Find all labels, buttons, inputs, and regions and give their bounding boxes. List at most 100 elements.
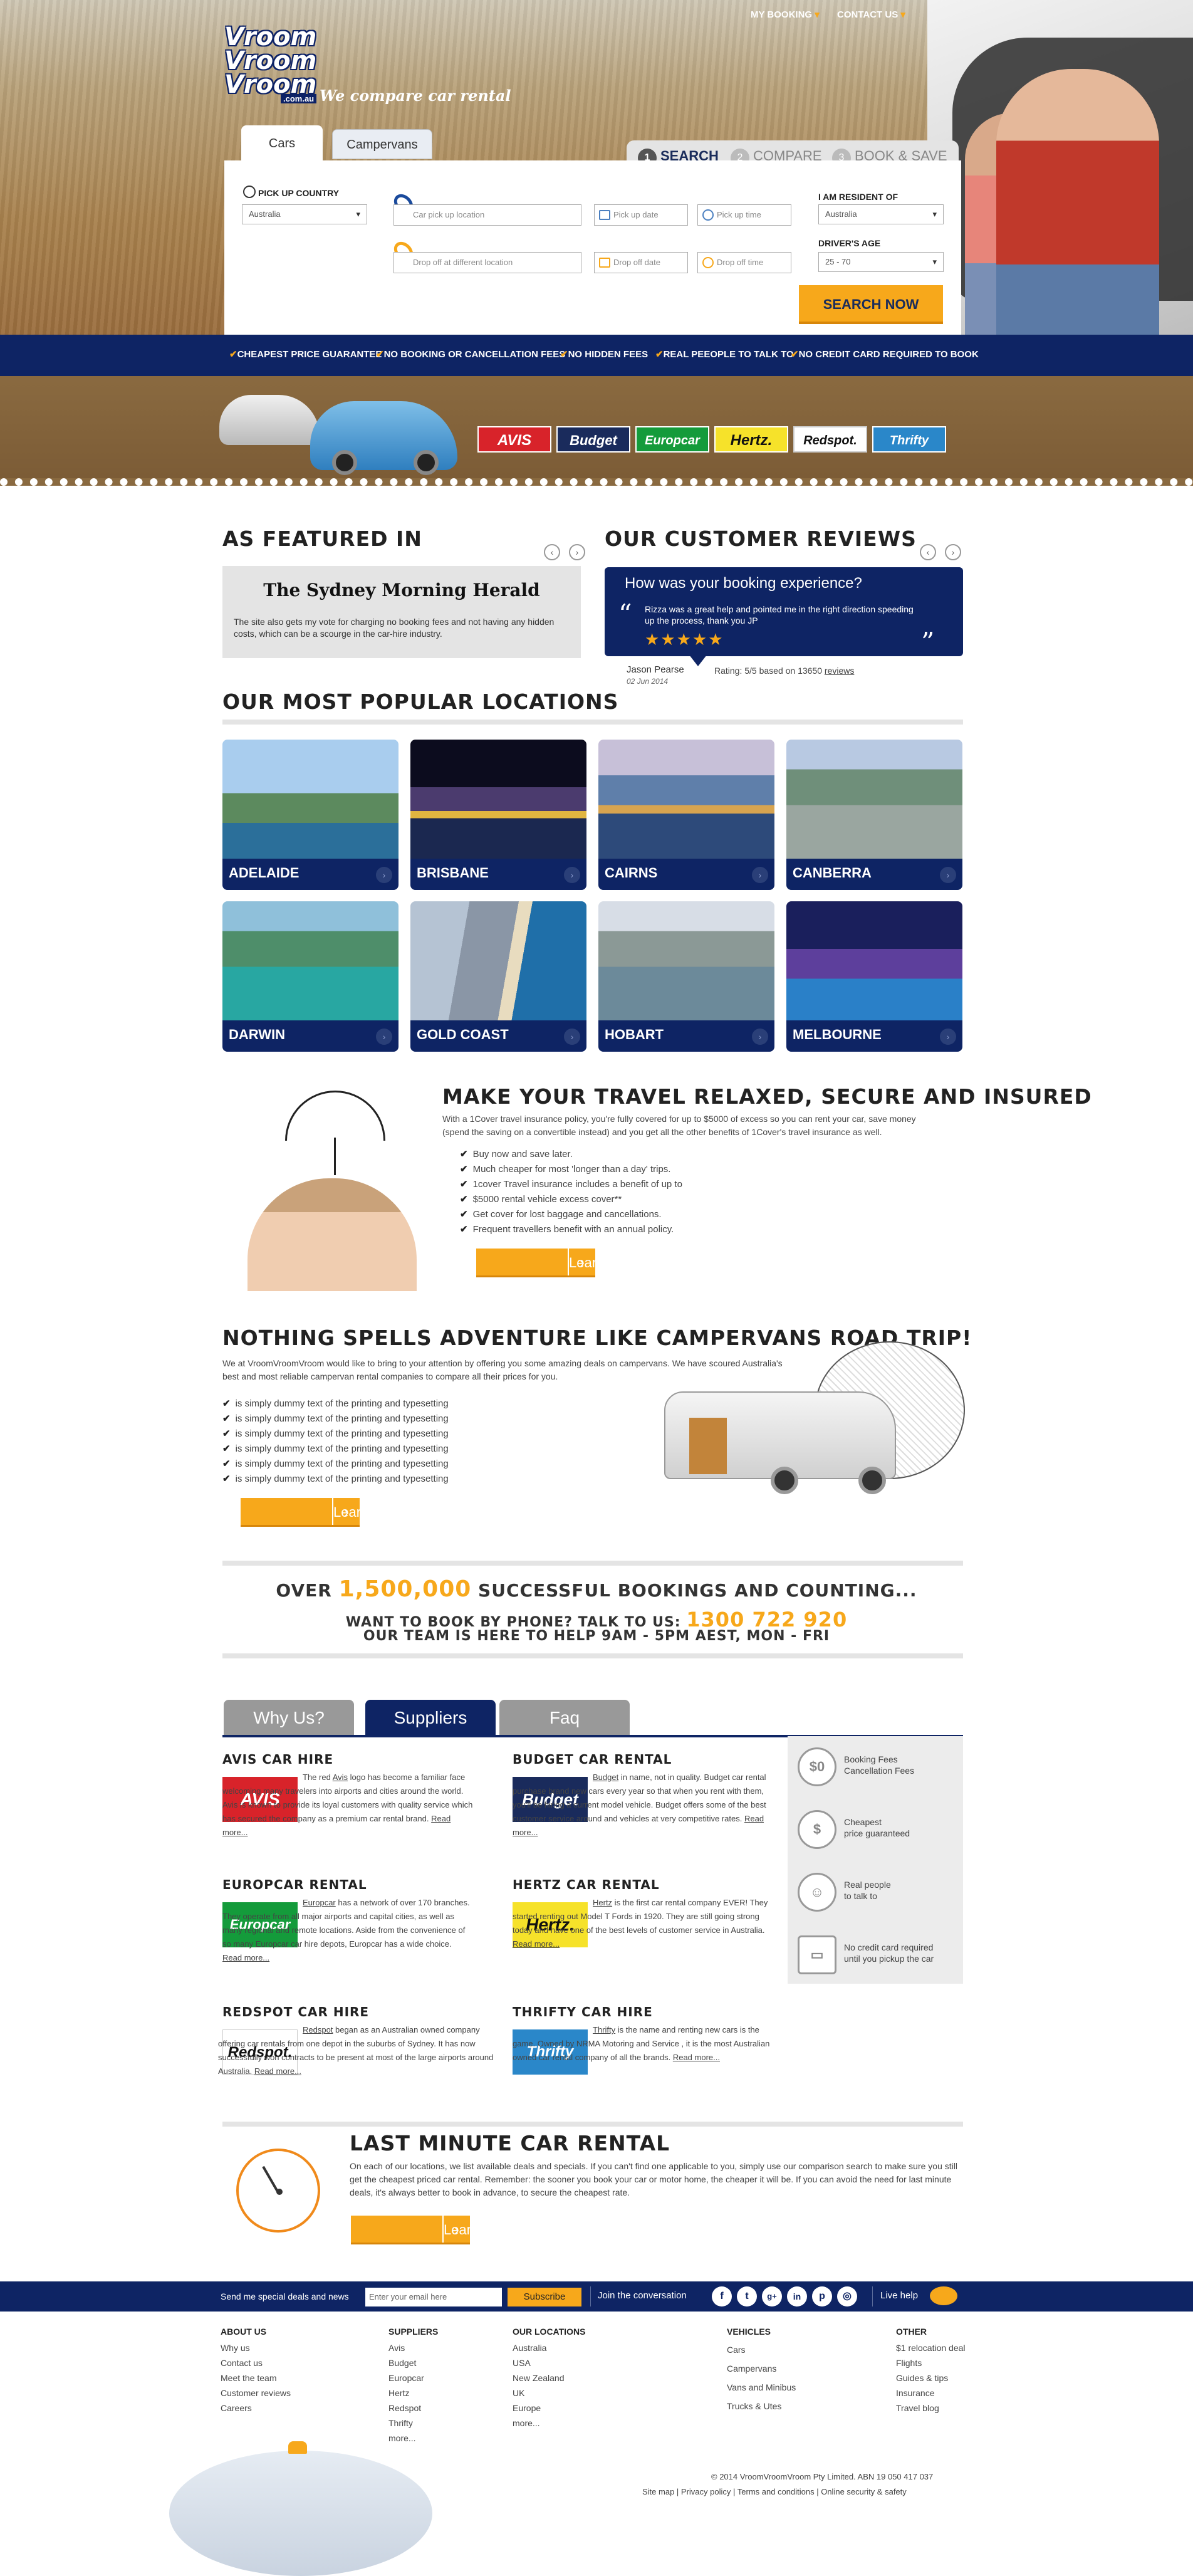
- footer-link[interactable]: Campervans: [727, 2359, 796, 2378]
- usp-item: ✔NO BOOKING OR CANCELLATION FEES: [376, 349, 566, 360]
- footer-link[interactable]: Travel blog: [896, 2401, 966, 2416]
- supplier-link[interactable]: Redspot: [303, 2025, 333, 2034]
- footer-link[interactable]: Hertz: [388, 2385, 438, 2401]
- footer-link[interactable]: Avis: [388, 2340, 438, 2355]
- nav-my-booking[interactable]: MY BOOKING ▾: [751, 9, 820, 20]
- footer-link[interactable]: Trucks & Utes: [727, 2397, 796, 2416]
- arrow-right-icon: ›: [940, 1029, 956, 1045]
- tab-campervans[interactable]: Campervans: [332, 129, 432, 159]
- footer-bottom-link[interactable]: Online security & safety: [821, 2487, 907, 2496]
- instagram-icon[interactable]: ◎: [837, 2286, 857, 2306]
- location-name: CAIRNS: [605, 865, 658, 881]
- supplier-link[interactable]: Europcar: [303, 1898, 336, 1907]
- logo-line: Vroom: [224, 23, 317, 51]
- location-card-adelaide[interactable]: ADELAIDE ›: [222, 740, 399, 890]
- read-more-link[interactable]: Read more...: [673, 2053, 720, 2062]
- tab-suppliers[interactable]: Suppliers: [365, 1700, 496, 1736]
- twitter-icon[interactable]: t: [737, 2286, 757, 2306]
- supplier-link[interactable]: Budget: [593, 1772, 618, 1782]
- footer-link[interactable]: Contact us: [221, 2355, 291, 2370]
- location-card-melbourne[interactable]: MELBOURNE ›: [786, 901, 962, 1052]
- footer-link[interactable]: Redspot: [388, 2401, 438, 2416]
- location-card-darwin[interactable]: DARWIN ›: [222, 901, 399, 1052]
- campervans-learn-more-button[interactable]: Learn more ›: [241, 1498, 368, 1549]
- supplier-link[interactable]: Thrifty: [593, 2025, 615, 2034]
- dropoff-location-input[interactable]: Drop off at different location: [393, 252, 581, 273]
- footer-link[interactable]: $1 relocation deal: [896, 2340, 966, 2355]
- facebook-icon[interactable]: f: [712, 2286, 732, 2306]
- footer-bottom-link[interactable]: Site map: [642, 2487, 674, 2496]
- featured-next-arrow[interactable]: ›: [569, 544, 585, 560]
- footer-link[interactable]: Guides & tips: [896, 2370, 966, 2385]
- footer-link[interactable]: Why us: [221, 2340, 291, 2355]
- reviews-title: OUR CUSTOMER REVIEWS: [605, 526, 917, 551]
- footer-col-about: ABOUT US Why us Contact us Meet the team…: [221, 2327, 291, 2416]
- footer-road-illustration: [169, 2451, 432, 2576]
- brand-hertz[interactable]: Hertz.: [714, 426, 788, 453]
- footer-bottom-link[interactable]: Terms and conditions: [737, 2487, 815, 2496]
- nav-contact-us[interactable]: CONTACT US ▾: [837, 9, 905, 20]
- footer-link[interactable]: Budget: [388, 2355, 438, 2370]
- location-card-gold-coast[interactable]: GOLD COAST ›: [410, 901, 586, 1052]
- footer-link[interactable]: New Zealand: [513, 2370, 585, 2385]
- brand-europcar[interactable]: Europcar: [635, 426, 709, 453]
- subscribe-button[interactable]: Subscribe: [508, 2288, 581, 2306]
- location-card-canberra[interactable]: CANBERRA ›: [786, 740, 962, 890]
- read-more-link[interactable]: Read more...: [513, 1939, 560, 1949]
- pinterest-icon[interactable]: p: [812, 2286, 832, 2306]
- location-card-cairns[interactable]: CAIRNS ›: [598, 740, 774, 890]
- brand-avis[interactable]: AVIS: [477, 426, 551, 453]
- reviews-link[interactable]: reviews: [825, 666, 854, 676]
- separator: [590, 2286, 591, 2306]
- footer-link[interactable]: Europcar: [388, 2370, 438, 2385]
- age-select[interactable]: 25 - 70: [818, 252, 944, 272]
- clock-center: [276, 2189, 283, 2195]
- tab-cars[interactable]: Cars: [241, 125, 323, 162]
- search-now-button[interactable]: SEARCH NOW: [799, 285, 943, 324]
- footer-link[interactable]: more...: [513, 2416, 585, 2431]
- chat-bubble-icon[interactable]: [930, 2286, 957, 2305]
- footer-link[interactable]: Vans and Minibus: [727, 2378, 796, 2397]
- footer-link[interactable]: Thrifty: [388, 2416, 438, 2431]
- pickup-location-input[interactable]: Car pick up location: [393, 204, 581, 226]
- reviews-prev-arrow[interactable]: ‹: [920, 544, 936, 560]
- read-more-link[interactable]: Read more...: [254, 2066, 301, 2076]
- read-more-link[interactable]: Read more...: [222, 1953, 269, 1962]
- footer-link[interactable]: Customer reviews: [221, 2385, 291, 2401]
- pickup-country-select[interactable]: Australia: [242, 204, 367, 224]
- footer-link[interactable]: Insurance: [896, 2385, 966, 2401]
- footer-link[interactable]: UK: [513, 2385, 585, 2401]
- newsletter-email-input[interactable]: Enter your email here: [365, 2288, 502, 2306]
- footer-link[interactable]: Cars: [727, 2340, 796, 2359]
- live-help-label[interactable]: Live help: [880, 2290, 918, 2301]
- footer-link[interactable]: Flights: [896, 2355, 966, 2370]
- location-card-hobart[interactable]: HOBART ›: [598, 901, 774, 1052]
- tab-why-us[interactable]: Why Us?: [224, 1700, 354, 1736]
- arrow-right-icon: ›: [940, 867, 956, 883]
- footer-link[interactable]: Europe: [513, 2401, 585, 2416]
- last-minute-learn-more-button[interactable]: Learn more ›: [351, 2216, 479, 2266]
- google-plus-icon[interactable]: g+: [762, 2286, 782, 2306]
- footer-link[interactable]: Careers: [221, 2401, 291, 2416]
- brand-thrifty[interactable]: Thrifty: [872, 426, 946, 453]
- footer-link[interactable]: Australia: [513, 2340, 585, 2355]
- supplier-link[interactable]: Hertz: [593, 1898, 612, 1907]
- site-logo[interactable]: Vroom Vroom Vroom .com.au: [224, 23, 325, 107]
- location-name: HOBART: [605, 1027, 664, 1042]
- footer-link[interactable]: Meet the team: [221, 2370, 291, 2385]
- featured-prev-arrow[interactable]: ‹: [544, 544, 560, 560]
- usp-item: ✔NO HIDDEN FEES: [560, 349, 649, 360]
- footer-bottom-link[interactable]: Privacy policy: [681, 2487, 731, 2496]
- resident-select[interactable]: Australia: [818, 204, 944, 224]
- footer-link[interactable]: more...: [388, 2431, 438, 2446]
- brand-redspot[interactable]: Redspot.: [793, 426, 867, 453]
- insurance-learn-more-button[interactable]: Learn more ›: [476, 1249, 604, 1299]
- reviews-next-arrow[interactable]: ›: [945, 544, 961, 560]
- location-card-brisbane[interactable]: BRISBANE ›: [410, 740, 586, 890]
- tab-faq[interactable]: Faq: [499, 1700, 630, 1736]
- linkedin-icon[interactable]: in: [787, 2286, 807, 2306]
- supplier-link[interactable]: Avis: [333, 1772, 348, 1782]
- footer-link[interactable]: USA: [513, 2355, 585, 2370]
- insurance-points: ✔ Buy now and save later. ✔ Much cheaper f…: [460, 1147, 682, 1237]
- brand-budget[interactable]: Budget: [556, 426, 630, 453]
